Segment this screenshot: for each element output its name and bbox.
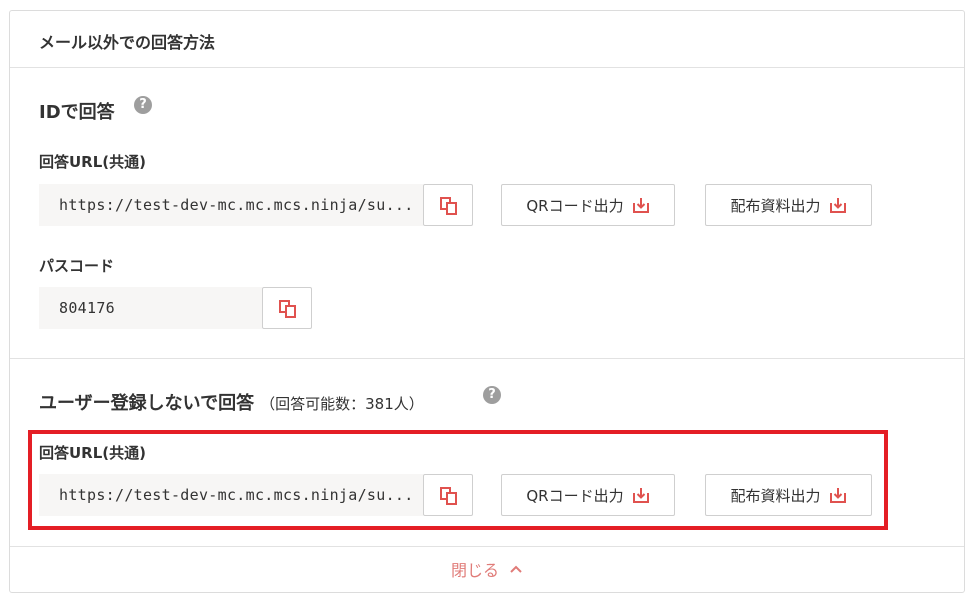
qr-export-label: QRコード出力 bbox=[526, 196, 624, 215]
download-icon bbox=[632, 198, 649, 213]
close-label: 閉じる bbox=[450, 561, 499, 580]
answer-count: （回答可能数：381人） bbox=[260, 395, 424, 413]
chevron-up-icon bbox=[510, 565, 522, 573]
doc-export-label: 配布資料出力 bbox=[730, 196, 821, 215]
noreg-title-text: ユーザー登録しないで回答 bbox=[39, 393, 255, 414]
doc-export-button[interactable]: 配布資料出力 bbox=[705, 184, 872, 226]
download-icon bbox=[829, 198, 846, 213]
copy-icon bbox=[279, 300, 296, 318]
copy-url-button[interactable] bbox=[423, 184, 473, 226]
url-label: 回答URL(共通) bbox=[39, 153, 146, 171]
copy-icon bbox=[440, 197, 457, 215]
qr-export-button[interactable]: QRコード出力 bbox=[501, 184, 675, 226]
passcode-field[interactable]: 804176 bbox=[39, 287, 262, 329]
id-section-title: IDで回答 bbox=[39, 102, 115, 123]
section-divider bbox=[10, 358, 964, 359]
noreg-section-title: ユーザー登録しないで回答 （回答可能数：381人） bbox=[39, 389, 424, 415]
question-icon[interactable]: ? bbox=[134, 96, 152, 114]
question-icon[interactable]: ? bbox=[483, 386, 501, 404]
passcode-label: パスコード bbox=[39, 257, 115, 275]
copy-passcode-button[interactable] bbox=[262, 287, 312, 329]
close-toggle[interactable]: 閉じる bbox=[10, 546, 964, 592]
panel-title: メール以外での回答方法 bbox=[39, 33, 216, 52]
highlight-box bbox=[28, 430, 888, 530]
url-field[interactable]: https://test-dev-mc.mc.mcs.ninja/su... bbox=[39, 184, 423, 226]
panel-header: メール以外での回答方法 bbox=[10, 11, 964, 68]
